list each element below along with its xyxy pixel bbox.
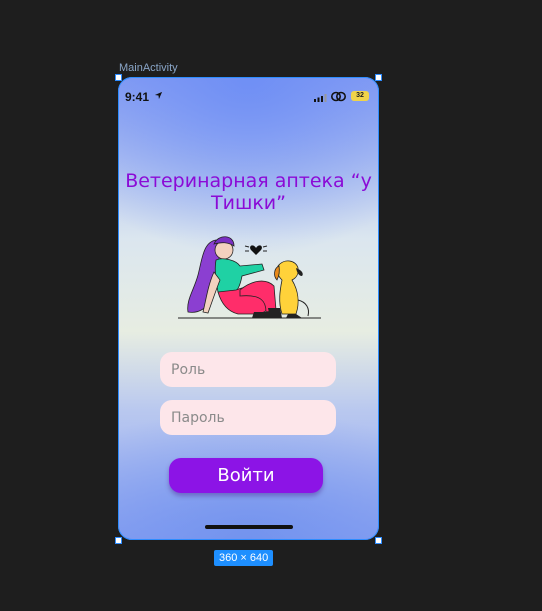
- wifi-icon: [331, 91, 346, 102]
- resize-handle-bottom-right[interactable]: [375, 537, 382, 544]
- frame-size-badge: 360 × 640: [214, 550, 274, 566]
- login-button[interactable]: Войти: [169, 458, 323, 493]
- status-bar: 9:41 32: [118, 77, 379, 105]
- battery-icon: 32: [351, 91, 369, 101]
- location-arrow-icon: [154, 91, 163, 100]
- resize-handle-top-left[interactable]: [115, 74, 122, 81]
- status-time: 9:41: [125, 90, 150, 104]
- app-title-text: Ветеринарная аптека “у Тишки”: [125, 170, 372, 214]
- role-input[interactable]: [160, 352, 336, 387]
- home-indicator: [205, 525, 293, 529]
- resize-handle-bottom-left[interactable]: [115, 537, 122, 544]
- girl-with-dog-illustration: [178, 236, 321, 319]
- frame-label[interactable]: MainActivity: [119, 62, 178, 74]
- signal-icon: [314, 94, 327, 102]
- phone-frame: 9:41 32 Ветеринарная аптека “у Тишки” Ро…: [118, 77, 379, 540]
- password-input[interactable]: [160, 400, 336, 435]
- app-title: Ветеринарная аптека “у Тишки”: [118, 170, 379, 214]
- resize-handle-top-right[interactable]: [375, 74, 382, 81]
